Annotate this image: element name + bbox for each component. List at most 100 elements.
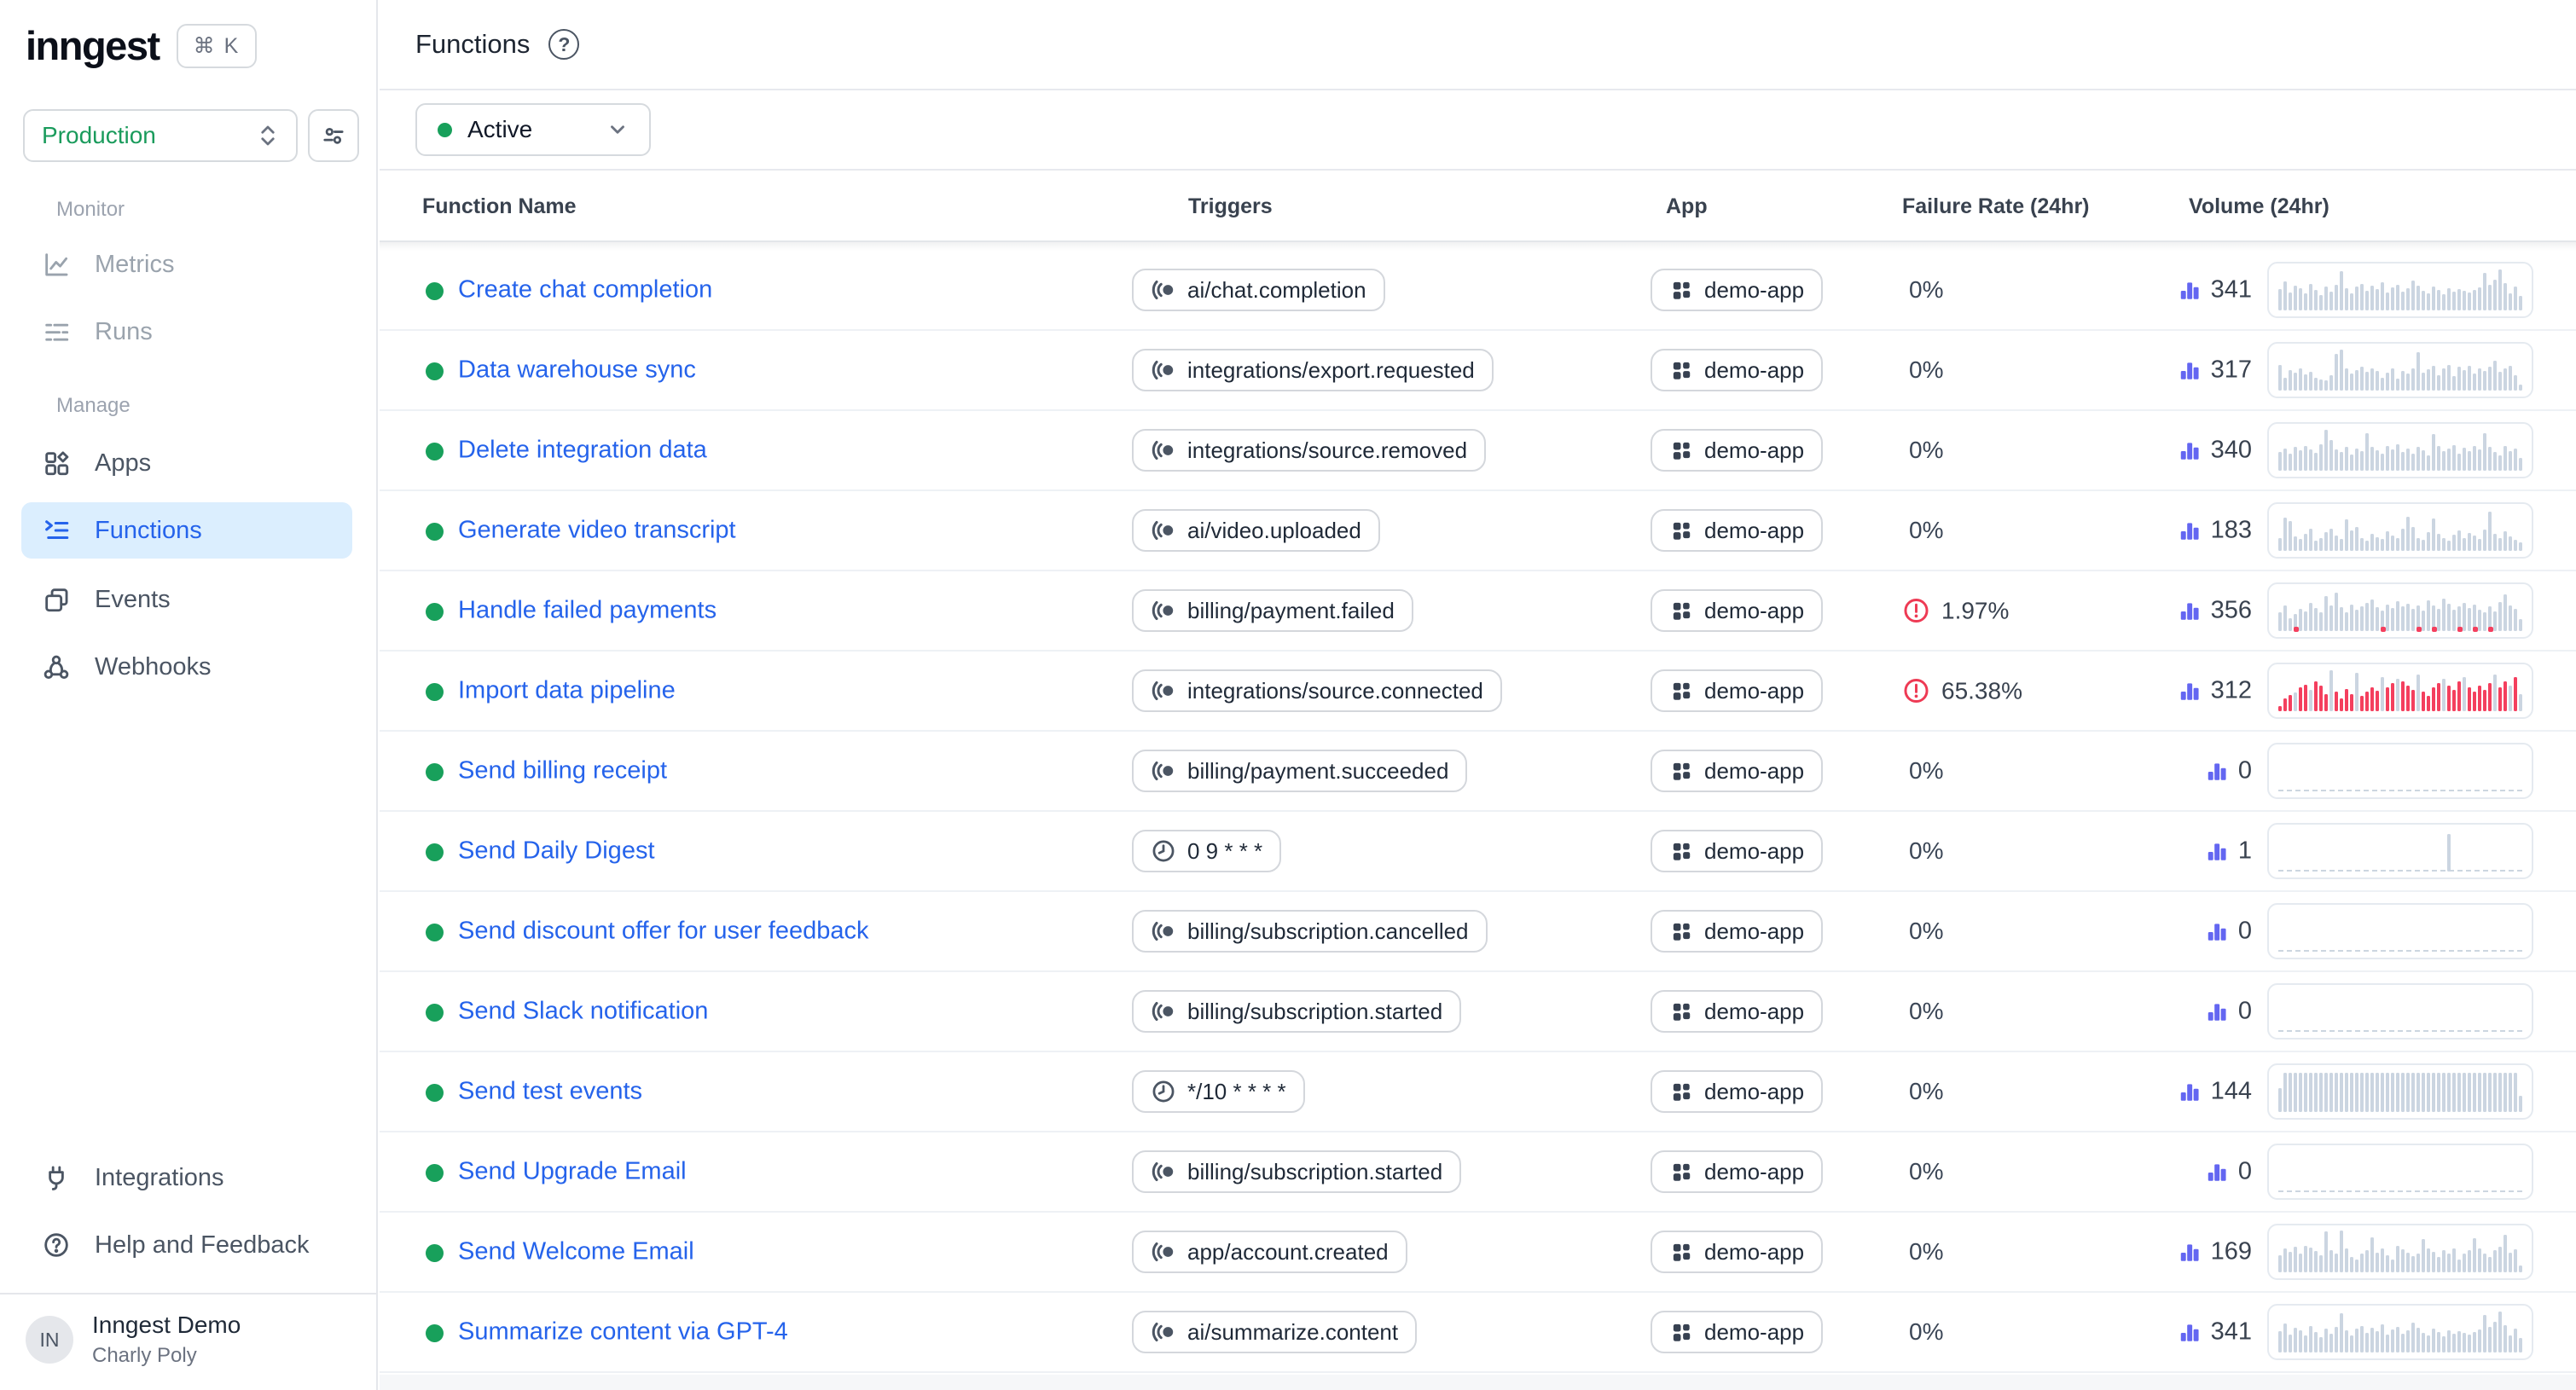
sparkline-bar [2519, 458, 2522, 471]
sparkline-bar [2345, 288, 2348, 310]
sparkline-bar [2422, 1239, 2425, 1272]
function-link[interactable]: Send Daily Digest [458, 837, 655, 866]
sidebar-item-apps[interactable]: Apps [21, 435, 352, 491]
app-badge[interactable]: demo-app [1651, 1231, 1823, 1273]
sparkline-bar [2411, 1323, 2415, 1352]
sidebar: inngest ⌘ K Production Monitor Metrics R… [0, 0, 378, 1390]
app-badge[interactable]: demo-app [1651, 1150, 1823, 1193]
function-link[interactable]: Send discount offer for user feedback [458, 918, 869, 946]
sparkline-bar [2478, 1329, 2481, 1352]
app-badge[interactable]: demo-app [1651, 589, 1823, 632]
table-row[interactable]: Import data pipeline integrations/source… [380, 652, 2576, 732]
table-row[interactable]: Send Upgrade Email billing/subscription.… [380, 1132, 2576, 1213]
table-row[interactable]: Send Daily Digest 0 9 * * * demo-app 0% … [380, 812, 2576, 892]
page-help-icon[interactable]: ? [548, 29, 579, 60]
sidebar-item-metrics[interactable]: Metrics [21, 236, 352, 292]
app-badge[interactable]: demo-app [1651, 1070, 1823, 1113]
volume-value: 312 [2211, 677, 2252, 705]
sparkline-bar [2452, 610, 2456, 631]
status-dot [426, 843, 444, 861]
app-badge[interactable]: demo-app [1651, 990, 1823, 1033]
sparkline-bar [2278, 538, 2282, 551]
app-badge[interactable]: demo-app [1651, 910, 1823, 953]
sparkline-bar [2335, 354, 2338, 391]
table-row[interactable]: Create chat completion ai/chat.completio… [380, 251, 2576, 331]
sidebar-item-runs[interactable]: Runs [21, 304, 352, 360]
sidebar-item-integrations[interactable]: Integrations [21, 1150, 352, 1206]
volume-sparkline [2267, 502, 2533, 559]
function-link[interactable]: Data warehouse sync [458, 356, 696, 385]
function-link[interactable]: Create chat completion [458, 276, 712, 304]
event-trigger-icon [1151, 357, 1176, 383]
table-row[interactable]: Generate video transcript ai/video.uploa… [380, 491, 2576, 571]
table-row[interactable]: Data warehouse sync integrations/export.… [380, 331, 2576, 411]
function-link[interactable]: Generate video transcript [458, 517, 736, 545]
sidebar-item-help[interactable]: Help and Feedback [21, 1217, 352, 1273]
sparkline-bar [2411, 281, 2415, 310]
function-link[interactable]: Send Slack notification [458, 998, 708, 1026]
sparkline-bar [2483, 1254, 2486, 1272]
sparkline-bar [2483, 612, 2486, 631]
app-badge[interactable]: demo-app [1651, 269, 1823, 311]
table-row[interactable]: Delete integration data integrations/sou… [380, 411, 2576, 491]
apps-icon [42, 449, 71, 478]
sparkline-bar [2314, 1251, 2318, 1272]
failure-rate-value: 0% [1909, 837, 1943, 865]
sparkline-bar [2488, 683, 2492, 711]
inngest-logo[interactable]: inngest [26, 22, 160, 69]
sparkline-bar [2340, 271, 2343, 310]
account-user-name: Charly Poly [92, 1344, 241, 1368]
failure-rate-value: 0% [1909, 517, 1943, 544]
function-link[interactable]: Send test events [458, 1078, 642, 1106]
sparkline-bar [2457, 530, 2461, 551]
environment-select[interactable]: Production [23, 109, 298, 162]
app-badge[interactable]: demo-app [1651, 509, 1823, 552]
sparkline-bar [2447, 365, 2451, 391]
sparkline-bar [2350, 694, 2353, 711]
events-icon [42, 585, 71, 614]
table-row[interactable]: Send Slack notification billing/subscrip… [380, 972, 2576, 1052]
app-icon [1669, 1240, 1693, 1264]
environment-settings-button[interactable] [308, 109, 359, 162]
functions-table: Create chat completion ai/chat.completio… [380, 251, 2576, 1373]
app-badge[interactable]: demo-app [1651, 1311, 1823, 1353]
sparkline-bar [2468, 608, 2471, 631]
account-menu[interactable]: IN Inngest Demo Charly Poly [26, 1312, 241, 1368]
function-link[interactable]: Delete integration data [458, 437, 707, 465]
sidebar-item-functions[interactable]: Functions [21, 502, 352, 559]
table-row[interactable]: Send test events */10 * * * * demo-app 0… [380, 1052, 2576, 1132]
sparkline-bar [2457, 1331, 2461, 1352]
function-link[interactable]: Send Welcome Email [458, 1238, 694, 1266]
sparkline-bar [2427, 293, 2430, 310]
sidebar-item-webhooks[interactable]: Webhooks [21, 639, 352, 695]
sparkline-bar [2376, 289, 2379, 310]
app-badge[interactable]: demo-app [1651, 429, 1823, 472]
app-badge[interactable]: demo-app [1651, 669, 1823, 712]
sparkline-bar [2355, 287, 2358, 310]
app-badge[interactable]: demo-app [1651, 349, 1823, 391]
status-filter-dropdown[interactable]: Active [415, 103, 651, 156]
failure-rate-value: 0% [1909, 437, 1943, 464]
app-badge[interactable]: demo-app [1651, 750, 1823, 792]
table-row[interactable]: Handle failed payments billing/payment.f… [380, 571, 2576, 652]
table-row[interactable]: Send discount offer for user feedback bi… [380, 892, 2576, 972]
table-row[interactable]: Send billing receipt billing/payment.suc… [380, 732, 2576, 812]
sparkline-bar [2509, 366, 2512, 391]
function-link[interactable]: Summarize content via GPT-4 [458, 1318, 788, 1347]
function-link[interactable]: Send billing receipt [458, 757, 667, 785]
volume-sparkline [2267, 1224, 2533, 1280]
sparkline-bar [2427, 600, 2430, 631]
app-badge[interactable]: demo-app [1651, 830, 1823, 872]
sidebar-item-events[interactable]: Events [21, 571, 352, 628]
function-link[interactable]: Import data pipeline [458, 677, 676, 705]
table-row[interactable]: Send Welcome Email app/account.created d… [380, 1213, 2576, 1293]
command-palette-shortcut[interactable]: ⌘ K [177, 24, 258, 68]
function-link[interactable]: Handle failed payments [458, 597, 717, 625]
sparkline-bar [2452, 690, 2456, 711]
function-link[interactable]: Send Upgrade Email [458, 1158, 687, 1186]
sparkline-bar [2437, 1257, 2440, 1272]
sparkline-bar [2468, 292, 2471, 310]
sparkline-bar [2299, 1330, 2302, 1352]
table-row[interactable]: Summarize content via GPT-4 ai/summarize… [380, 1293, 2576, 1373]
trigger-badge: billing/payment.succeeded [1132, 750, 1467, 792]
